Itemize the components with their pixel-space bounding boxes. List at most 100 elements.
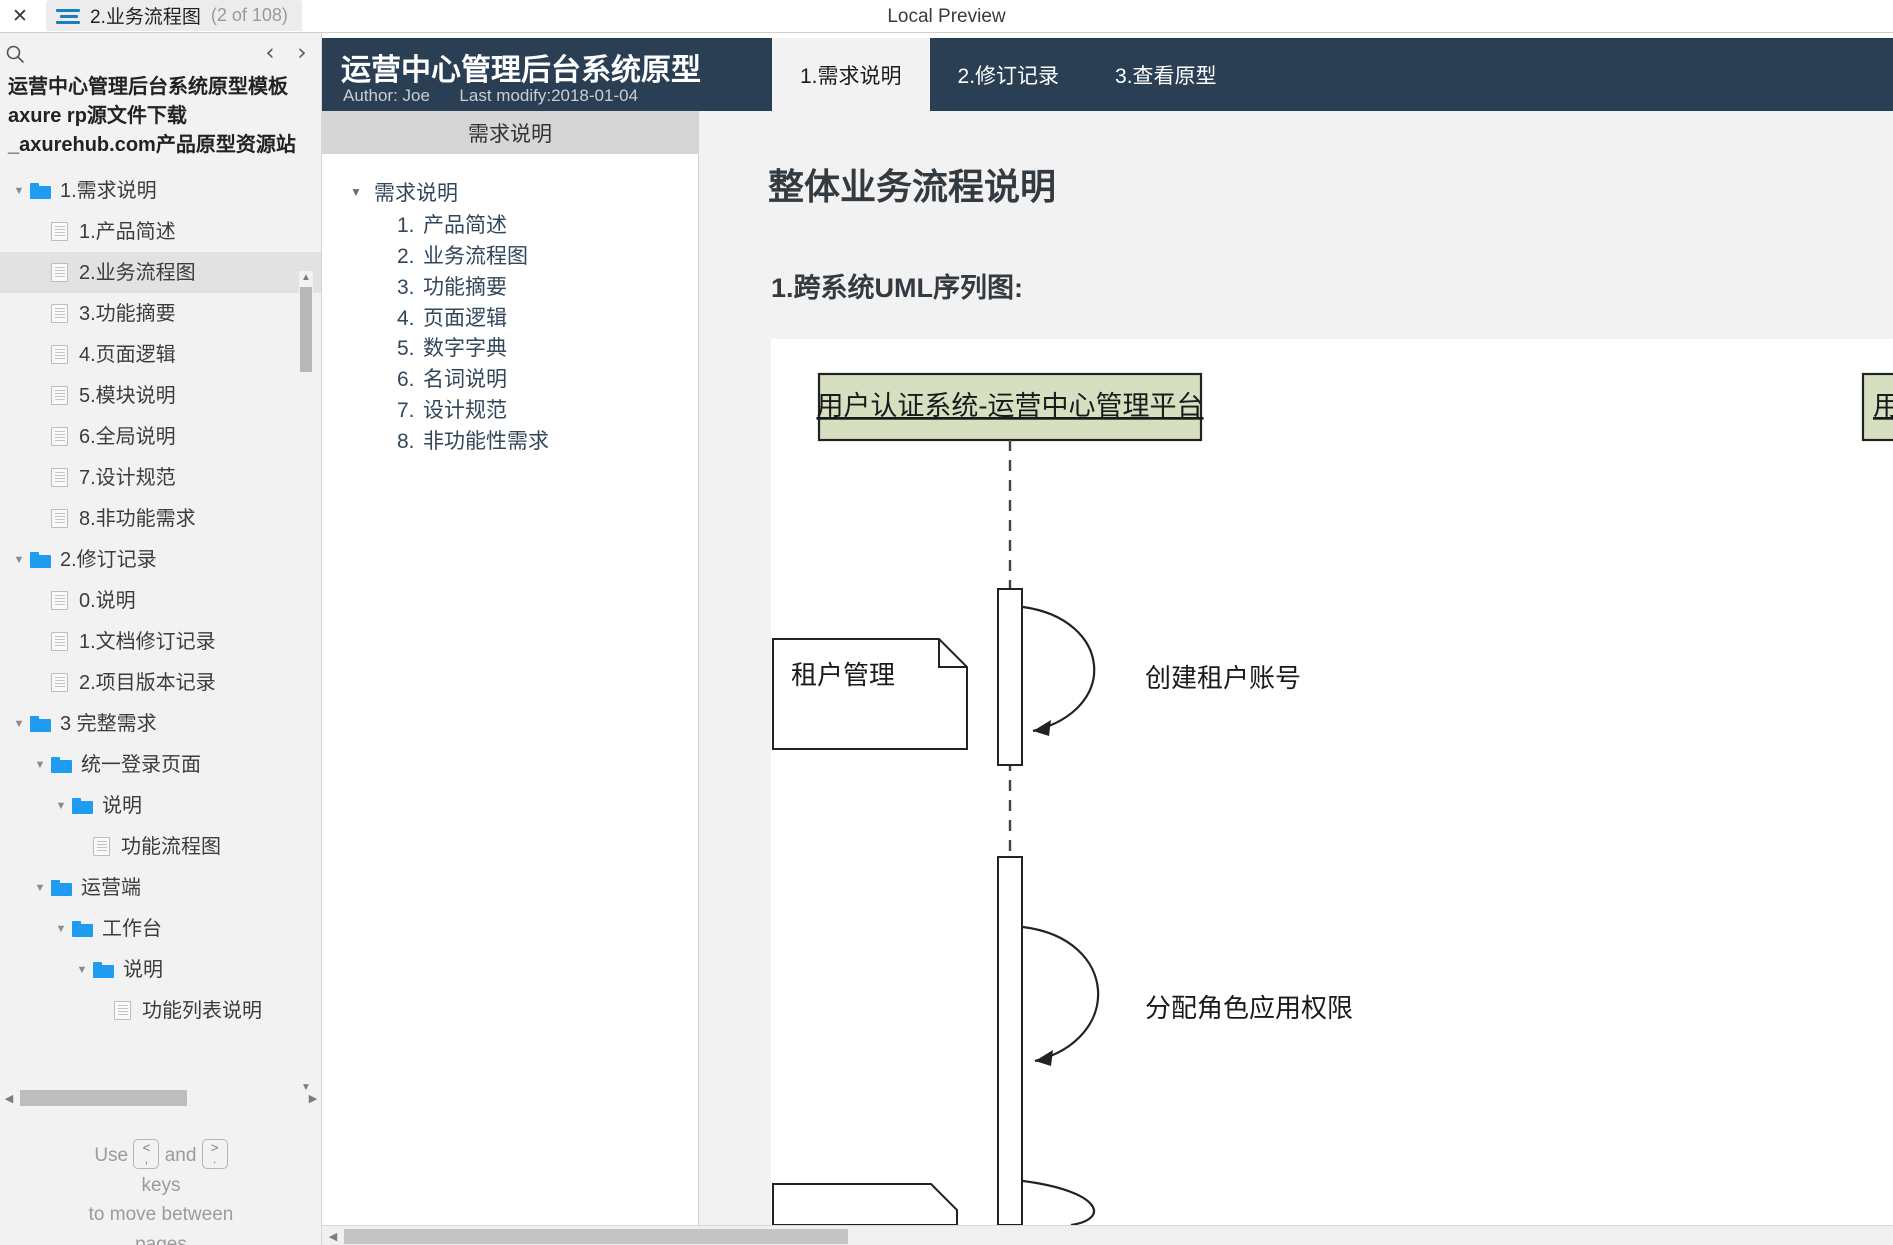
sitemap-node-label: 5.模块说明 [79, 384, 176, 407]
chevron-down-icon[interactable]: ▼ [29, 882, 51, 894]
main-content: 整体业务流程说明 1.跨系统UML序列图: 用户认证系统-运营中心管理平台 用户… [699, 111, 1893, 1225]
sitemap-node[interactable]: ▼2.业务流程图 [0, 252, 321, 293]
sitemap-node[interactable]: ▼功能流程图 [0, 826, 321, 867]
sitemap-node[interactable]: ▼4.页面逻辑 [0, 334, 321, 375]
scroll-left-arrow-icon[interactable]: ◀ [2, 1091, 16, 1105]
sitemap-node-label: 0.说明 [79, 589, 136, 612]
sitemap-node[interactable]: ▼0.说明 [0, 580, 321, 621]
sitemap-node[interactable]: ▼ 运营端 [0, 867, 321, 908]
page-icon [51, 386, 68, 405]
toc-item-number: 7. [397, 399, 415, 423]
sitemap-node[interactable]: ▼8.非功能需求 [0, 498, 321, 539]
prototype-tab-label: 1.需求说明 [800, 64, 902, 88]
chevron-down-icon[interactable]: ▼ [8, 185, 30, 197]
tree-horizontal-scrollbar[interactable]: ◀ ▶ [0, 1088, 321, 1108]
toc-item-number: 1. [397, 214, 415, 237]
sitemap-node-label: 3 完整需求 [60, 712, 157, 735]
sitemap-node[interactable]: ▼ 3 完整需求 [0, 703, 321, 744]
sitemap-node[interactable]: ▼7.设计规范 [0, 457, 321, 498]
chevron-down-icon[interactable]: ▼ [8, 554, 30, 566]
scroll-up-arrow-icon[interactable]: ▲ [300, 271, 312, 283]
sitemap-node[interactable]: ▼1.产品简述 [0, 211, 321, 252]
chevron-down-icon[interactable]: ▼ [8, 718, 30, 730]
prototype-tab[interactable]: 3.查看原型 [1087, 38, 1245, 111]
search-icon[interactable] [5, 44, 25, 64]
toc-item-number: 2. [397, 244, 415, 268]
tree-hscroll-thumb[interactable] [20, 1090, 187, 1106]
folder-icon [30, 182, 51, 199]
browser-tab[interactable]: 2.业务流程图 (2 of 108) [46, 0, 302, 31]
sitemap-node-label: 8.非功能需求 [79, 507, 196, 530]
sitemap-node[interactable]: ▼功能列表说明 [0, 990, 321, 1031]
main-horizontal-scrollbar[interactable]: ◀ [322, 1225, 1893, 1245]
sitemap-node-label: 4.页面逻辑 [79, 343, 176, 366]
page-icon [51, 632, 68, 651]
sitemap-node[interactable]: ▼ 1.需求说明 [0, 170, 321, 211]
toc-item-label: 非功能性需求 [423, 430, 549, 454]
prototype-tab[interactable]: 2.修订记录 [930, 38, 1088, 111]
uml-sequence-diagram: 用户认证系统-运营中心管理平台 用户中 租户管理 创建租户账号 分配角色应用权限 [771, 339, 1893, 1225]
chevron-down-icon[interactable]: ▼ [29, 759, 51, 771]
sitemap-node-label: 说明 [102, 794, 142, 817]
sitemap-node-label: 3.功能摘要 [79, 302, 176, 325]
page-counter: (2 of 108) [210, 5, 288, 25]
scroll-right-arrow-icon[interactable]: ▶ [306, 1091, 320, 1105]
toc-item[interactable]: 4. 页面逻辑 [322, 304, 698, 335]
toc-item-label: 产品简述 [423, 214, 507, 237]
sitemap-node[interactable]: ▼6.全局说明 [0, 416, 321, 457]
sitemap-node-label: 统一登录页面 [81, 753, 201, 776]
sitemap-node[interactable]: ▼3.功能摘要 [0, 293, 321, 334]
toc-item[interactable]: 1. 产品简述 [322, 211, 698, 242]
close-icon[interactable]: ✕ [6, 2, 34, 30]
page-icon [51, 304, 68, 323]
sitemap-node[interactable]: ▼ 说明 [0, 785, 321, 826]
sitemap-node-label: 2.项目版本记录 [79, 671, 216, 694]
toc-item-number: 3. [397, 275, 415, 299]
page-icon [51, 591, 68, 610]
browser-tab-title: 2.业务流程图 [90, 7, 201, 28]
sitemap-node[interactable]: ▼5.模块说明 [0, 375, 321, 416]
toc-item[interactable]: 3. 功能摘要 [322, 273, 698, 304]
tree-scroll-thumb[interactable] [300, 287, 312, 372]
sitemap-node-label: 7.设计规范 [79, 466, 176, 489]
chevron-down-icon[interactable]: ▼ [50, 923, 72, 935]
folder-icon [30, 551, 51, 568]
sitemap-node-label: 1.文档修订记录 [79, 630, 216, 653]
svg-text:用户认证系统-运营中心管理平台: 用户认证系统-运营中心管理平台 [816, 391, 1203, 422]
section-subtitle: 1.跨系统UML序列图: [771, 273, 1023, 303]
tree-vertical-scrollbar[interactable]: ▲ ▼ [299, 271, 313, 1093]
folder-icon [93, 961, 114, 978]
next-page-button[interactable]: › [288, 39, 316, 67]
chevron-down-icon[interactable]: ▼ [50, 800, 72, 812]
page-icon [51, 673, 68, 692]
chevron-down-icon[interactable]: ▼ [347, 185, 365, 199]
page-title: 整体业务流程说明 [768, 166, 1057, 207]
toc-root-item[interactable]: ▼ 需求说明 [322, 155, 698, 207]
prototype-header: 运营中心管理后台系统原型 Author: Joe Last modify:201… [322, 38, 1893, 111]
sitemap-node[interactable]: ▼1.文档修订记录 [0, 621, 321, 662]
prototype-tab-label: 3.查看原型 [1115, 64, 1217, 88]
main-scroll-left-arrow-icon[interactable]: ◀ [326, 1229, 340, 1243]
toc-item-label: 数字字典 [423, 337, 507, 361]
sitemap-node[interactable]: ▼ 说明 [0, 949, 321, 990]
page-icon [51, 509, 68, 528]
keyboard-hint: Use < , and > . keys to move between pag… [0, 1139, 321, 1245]
sitemap-node[interactable]: ▼2.项目版本记录 [0, 662, 321, 703]
prototype-tab[interactable]: 1.需求说明 [772, 38, 930, 111]
toc-root-label: 需求说明 [374, 182, 458, 205]
sitemap-node[interactable]: ▼ 工作台 [0, 908, 321, 949]
toc-item[interactable]: 5. 数字字典 [322, 334, 698, 365]
toc-item[interactable]: 8. 非功能性需求 [322, 427, 698, 458]
prototype-title: 运营中心管理后台系统原型 [341, 54, 701, 87]
toc-item[interactable]: 7. 设计规范 [322, 396, 698, 427]
sitemap-node[interactable]: ▼ 2.修订记录 [0, 539, 321, 580]
chevron-down-icon[interactable]: ▼ [71, 964, 93, 976]
toc-item[interactable]: 2. 业务流程图 [322, 242, 698, 273]
main-hscroll-thumb[interactable] [344, 1229, 848, 1244]
page-icon [51, 345, 68, 364]
last-modify-label: Last modify:2018-01-04 [459, 86, 639, 105]
prev-page-button[interactable]: ‹ [256, 39, 284, 67]
toc-item[interactable]: 6. 名词说明 [322, 365, 698, 396]
sitemap-node[interactable]: ▼ 统一登录页面 [0, 744, 321, 785]
svg-text:用户中: 用户中 [1873, 391, 1893, 422]
